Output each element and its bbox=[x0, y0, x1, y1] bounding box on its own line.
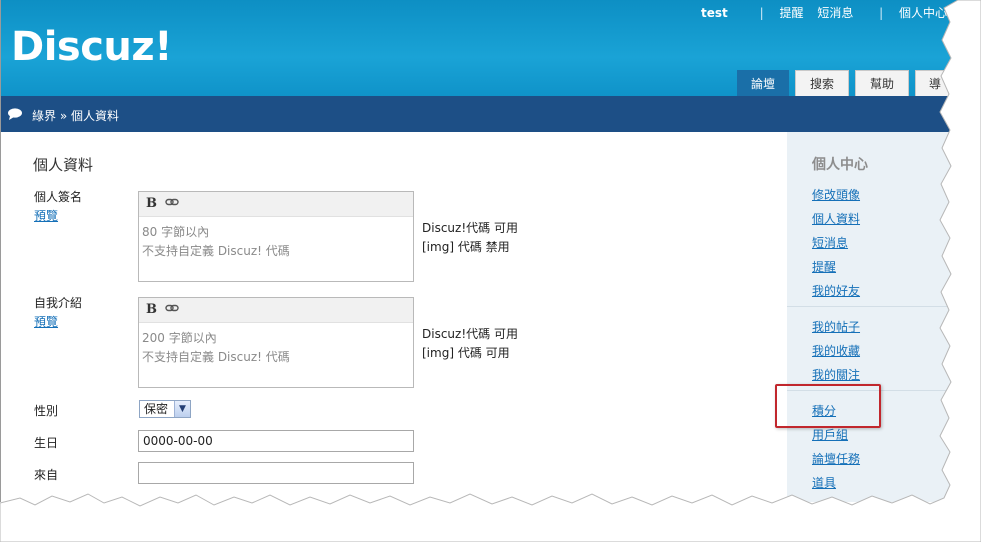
bio-note-img: [img] 代碼 可用 bbox=[422, 346, 510, 360]
tab-forum[interactable]: 論壇 bbox=[737, 70, 789, 96]
signature-code-notes: Discuz!代碼 可用 [img] 代碼 禁用 bbox=[422, 219, 518, 257]
sidebar-item-following[interactable]: 我的關注 bbox=[812, 366, 860, 383]
location-input[interactable] bbox=[138, 462, 414, 484]
link-icon[interactable] bbox=[165, 197, 179, 207]
signature-placeholder: 80 字節以內 不支持自定義 Discuz! 代碼 bbox=[139, 217, 413, 261]
bio-code-notes: Discuz!代碼 可用 [img] 代碼 可用 bbox=[422, 325, 518, 363]
birthday-input[interactable]: 0000-00-00 bbox=[138, 430, 414, 452]
user-center-sidebar: 個人中心 修改頭像 個人資料 短消息 提醒 我的好友 我的帖子 我的收藏 我的關… bbox=[787, 132, 959, 502]
sidebar-item-forum-tasks[interactable]: 論壇任務 bbox=[812, 450, 860, 467]
sidebar-item-profile[interactable]: 個人資料 bbox=[812, 210, 860, 227]
signature-note-discuz: Discuz!代碼 可用 bbox=[422, 221, 518, 235]
sidebar-item-items[interactable]: 道具 bbox=[812, 474, 836, 491]
sidebar-item-favorites[interactable]: 我的收藏 bbox=[812, 342, 860, 359]
nav-separator: | bbox=[879, 6, 884, 20]
sidebar-item-my-posts[interactable]: 我的帖子 bbox=[812, 318, 860, 335]
sidebar-item-friends[interactable]: 我的好友 bbox=[812, 282, 860, 299]
location-label: 來自 bbox=[34, 468, 59, 482]
breadcrumb-current: 個人資料 bbox=[71, 109, 120, 123]
signature-editor[interactable]: B 80 字節以內 不支持自定義 Discuz! 代碼 bbox=[138, 191, 414, 282]
breadcrumb-text: 綠界 » 個人資料 bbox=[32, 107, 119, 124]
page-title: 個人資料 bbox=[33, 156, 94, 174]
site-header: Discuz! test | 提醒 短消息 | 個人中心 退 論壇 搜索 幫助 … bbox=[1, 0, 959, 96]
sidebar-item-messages[interactable]: 短消息 bbox=[812, 234, 848, 251]
tab-help[interactable]: 幫助 bbox=[855, 70, 909, 96]
breadcrumb: 綠界 » 個人資料 bbox=[1, 96, 959, 132]
tab-nav[interactable]: 導 bbox=[915, 70, 955, 96]
signature-note-img: [img] 代碼 禁用 bbox=[422, 240, 510, 254]
signature-label: 個人簽名 bbox=[34, 190, 83, 204]
bio-hint-code: 不支持自定義 Discuz! 代碼 bbox=[142, 350, 290, 364]
tab-search[interactable]: 搜索 bbox=[795, 70, 849, 96]
editor-toolbar: B bbox=[139, 298, 413, 323]
signature-preview-link[interactable]: 預覽 bbox=[34, 207, 58, 224]
bio-placeholder: 200 字節以內 不支持自定義 Discuz! 代碼 bbox=[139, 323, 413, 367]
birthday-label: 生日 bbox=[34, 436, 59, 450]
site-logo[interactable]: Discuz! bbox=[11, 24, 172, 70]
editor-toolbar: B bbox=[139, 192, 413, 217]
gender-value: 保密 bbox=[144, 402, 169, 416]
top-nav: test | 提醒 短消息 | 個人中心 退 bbox=[701, 4, 959, 21]
sidebar-item-user-group[interactable]: 用戶組 bbox=[812, 426, 848, 443]
breadcrumb-separator: » bbox=[59, 109, 68, 123]
bio-editor[interactable]: B 200 字節以內 不支持自定義 Discuz! 代碼 bbox=[138, 297, 414, 388]
sidebar-divider bbox=[787, 306, 959, 307]
nav-link-user-center[interactable]: 個人中心 bbox=[899, 6, 947, 20]
chevron-down-icon[interactable]: ▼ bbox=[174, 401, 190, 417]
nav-link-reminders[interactable]: 提醒 bbox=[779, 6, 803, 20]
link-icon[interactable] bbox=[165, 303, 179, 313]
browser-page: Discuz! test | 提醒 短消息 | 個人中心 退 論壇 搜索 幫助 … bbox=[0, 0, 959, 502]
bio-hint-length: 200 字節以內 bbox=[142, 331, 217, 345]
bio-preview-link[interactable]: 預覽 bbox=[34, 313, 58, 330]
breadcrumb-home-link[interactable]: 綠界 bbox=[32, 109, 56, 123]
bio-note-discuz: Discuz!代碼 可用 bbox=[422, 327, 518, 341]
sidebar-item-reminders[interactable]: 提醒 bbox=[812, 258, 836, 275]
bio-label: 自我介紹 bbox=[34, 296, 83, 310]
sidebar-title: 個人中心 bbox=[812, 157, 868, 173]
sidebar-item-change-avatar[interactable]: 修改頭像 bbox=[812, 186, 860, 203]
gender-label: 性別 bbox=[34, 404, 59, 418]
nav-link-messages[interactable]: 短消息 bbox=[817, 6, 853, 20]
nav-separator: | bbox=[759, 6, 764, 20]
bold-icon[interactable]: B bbox=[146, 196, 157, 211]
signature-hint-code: 不支持自定義 Discuz! 代碼 bbox=[142, 244, 290, 258]
credits-highlight-box bbox=[775, 384, 881, 428]
username-link[interactable]: test bbox=[701, 6, 728, 20]
gender-select[interactable]: 保密 ▼ bbox=[139, 400, 191, 418]
speech-bubble-icon bbox=[8, 108, 22, 120]
bold-icon[interactable]: B bbox=[146, 302, 157, 317]
profile-form: 個人資料 個人簽名 預覽 B 80 字節以內 不支持自定義 Discuz! 代碼… bbox=[1, 132, 787, 502]
signature-hint-length: 80 字節以內 bbox=[142, 225, 210, 239]
